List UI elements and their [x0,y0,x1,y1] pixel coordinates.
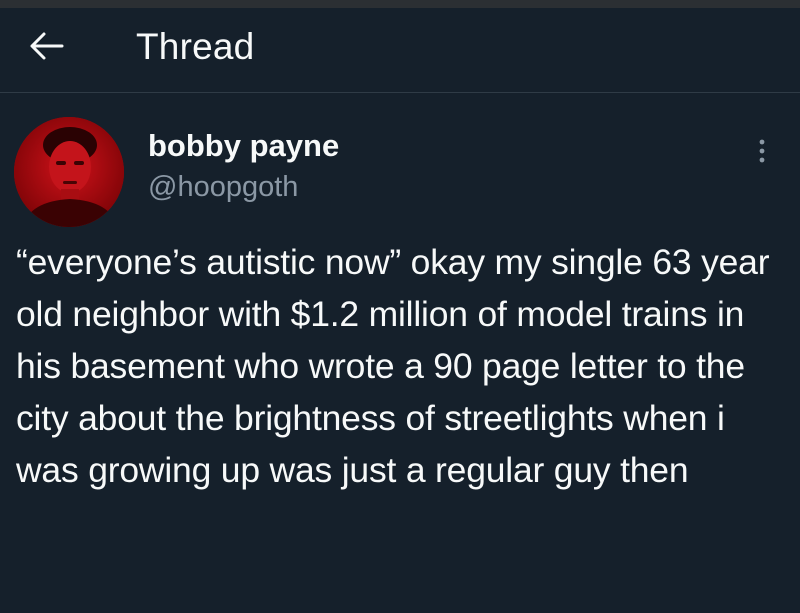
profile-photo [14,117,124,227]
more-vertical-icon [759,139,765,163]
back-button[interactable] [22,24,70,68]
arrow-left-icon [30,32,64,60]
tweet-text: “everyone’s autistic now” okay my single… [16,242,780,490]
thread-header: Thread [0,8,800,86]
top-strip [0,0,800,8]
more-options-button[interactable] [748,136,776,166]
author-handle[interactable]: @hoopgoth [148,171,298,204]
page-title: Thread [136,26,255,67]
author-name[interactable]: bobby payne [148,128,339,164]
avatar[interactable] [14,117,124,227]
header-divider [0,92,800,93]
